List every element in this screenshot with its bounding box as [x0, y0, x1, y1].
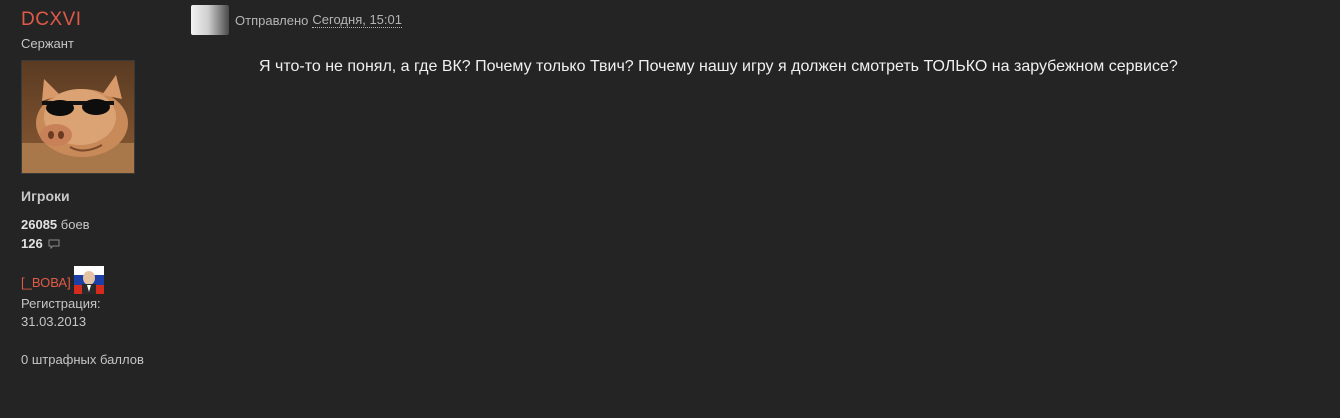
author-group: Игроки — [21, 188, 70, 204]
author-clan: [_ВОВА] — [21, 266, 191, 295]
registration-date: 31.03.2013 — [21, 314, 87, 330]
post-sent-label: Отправлено — [235, 12, 309, 28]
author-avatar[interactable] — [21, 60, 135, 174]
clan-tag-link[interactable]: [_ВОВА] — [21, 275, 71, 290]
posts-count: 126 — [21, 236, 43, 251]
pig-avatar-icon — [22, 61, 134, 173]
post-status-icon — [191, 5, 229, 35]
comment-icon — [48, 235, 60, 254]
author-panel: DCXVI Сержант Игроки 26085 боев 126 [_ВО… — [21, 8, 191, 369]
author-rank: Сержант — [21, 36, 74, 51]
registration-label: Регистрация: — [21, 296, 101, 312]
author-username-link[interactable]: DCXVI — [21, 8, 191, 32]
clan-emblem-icon[interactable] — [73, 266, 104, 295]
penalty-points: 0 штрафных баллов — [21, 352, 144, 368]
author-battles: 26085 боев — [21, 215, 191, 234]
post-header: Отправлено Сегодня, 15:01 — [191, 5, 402, 35]
battles-count: 26085 — [21, 217, 58, 232]
author-posts: 126 — [21, 234, 191, 254]
post-body: Я что-то не понял, а где ВК? Почему толь… — [259, 58, 1178, 75]
battles-label: боев — [60, 217, 90, 232]
post-date[interactable]: Сегодня, 15:01 — [312, 12, 402, 28]
forum-post: DCXVI Сержант Игроки 26085 боев 126 [_ВО… — [0, 0, 1340, 418]
